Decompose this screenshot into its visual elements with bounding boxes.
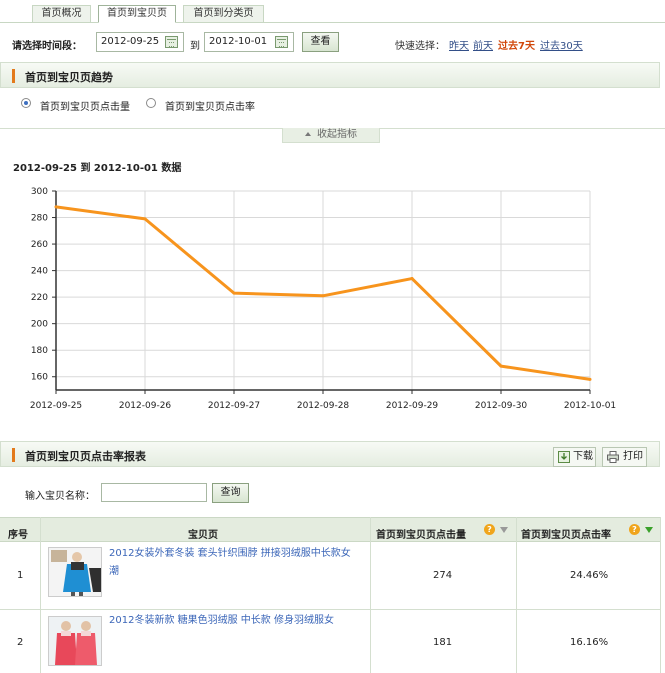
sort-down-active-icon[interactable] — [645, 527, 653, 533]
y-tick-label: 280 — [31, 214, 48, 224]
data-point — [54, 205, 58, 209]
radio-click-count-label[interactable]: 首页到宝贝页点击量 — [40, 98, 130, 113]
item-title-link[interactable]: 2012冬装新款 糖果色羽绒服 中长款 修身羽绒服女 — [109, 612, 359, 630]
y-tick-label: 300 — [31, 187, 48, 197]
item-title-link[interactable]: 2012女装外套冬装 套头针织围脖 拼接羽绒服中长款女 潮 — [109, 545, 359, 581]
item-thumbnail[interactable] — [48, 616, 102, 666]
tab-home-overview[interactable]: 首页概况 — [32, 5, 91, 23]
x-tick-label: 2012-09-25 — [30, 401, 82, 411]
table-col-divider — [370, 517, 371, 673]
item-photo-image — [49, 617, 101, 665]
chart-axes — [52, 190, 591, 394]
trend-section-title: 首页到宝贝页趋势 — [25, 71, 113, 84]
collapse-metrics-toggle[interactable]: 收起指标 — [282, 128, 380, 143]
table-row-divider — [0, 609, 661, 610]
sort-down-icon[interactable] — [500, 527, 508, 533]
report-table-header: 序号 宝贝页 首页到宝贝页点击量 首页到宝贝页点击率 ? ? — [0, 517, 661, 542]
x-tick-label: 2012-09-26 — [119, 401, 172, 411]
trend-line-chart: 160180200220240260280300 2012-09-25 2012-… — [30, 187, 616, 411]
data-point — [232, 291, 236, 295]
item-photo-image — [49, 548, 101, 596]
trend-section-header: 首页到宝贝页趋势 — [0, 62, 660, 88]
radio-click-rate[interactable] — [146, 98, 156, 108]
data-point — [410, 277, 414, 281]
search-button[interactable]: 查询 — [212, 483, 249, 503]
data-point — [321, 294, 325, 298]
download-label: 下载 — [573, 451, 593, 462]
section-accent-bar — [12, 69, 15, 83]
collapse-metrics-label: 收起指标 — [317, 129, 357, 140]
item-name-label: 输入宝贝名称： — [25, 491, 95, 502]
x-gridlines — [144, 191, 591, 390]
data-point — [499, 364, 503, 368]
x-tick-label: 2012-09-27 — [208, 401, 260, 411]
y-tick-label: 180 — [31, 346, 48, 356]
row-rate: 16.16% — [570, 637, 609, 648]
calendar-icon[interactable] — [165, 36, 178, 48]
table-col-divider — [516, 517, 517, 673]
item-name-input[interactable] — [101, 483, 207, 502]
view-button[interactable]: 查看 — [302, 32, 339, 52]
tab-home-to-category[interactable]: 首页到分类页 — [183, 5, 264, 23]
x-tick-label: 2012-09-30 — [475, 401, 528, 411]
download-icon — [558, 451, 570, 463]
x-tick-label: 2012-09-28 — [297, 401, 350, 411]
tab-home-to-item[interactable]: 首页到宝贝页 — [98, 5, 176, 23]
download-button[interactable]: 下载 — [553, 447, 596, 467]
y-tick-label: 240 — [31, 267, 48, 277]
col-clicks-header[interactable]: 首页到宝贝页点击量 — [376, 526, 466, 541]
quick-last-7-days-link[interactable]: 过去7天 — [498, 37, 535, 52]
quick-yesterday-link[interactable]: 昨天 — [449, 37, 469, 52]
col-rate-header[interactable]: 首页到宝贝页点击率 — [521, 526, 611, 541]
radio-click-count[interactable] — [21, 98, 31, 108]
quick-day-before-link[interactable]: 前天 — [473, 37, 493, 52]
row-clicks: 181 — [433, 637, 453, 648]
row-index: 1 — [17, 570, 24, 581]
col-item-header: 宝贝页 — [188, 530, 218, 541]
date-range-bar: 请选择时间段： 2012-09-25 到 2012-10-01 查看 快速选择：… — [0, 30, 665, 56]
x-tick-labels: 2012-09-25 2012-09-26 2012-09-27 2012-09-28… — [30, 401, 616, 411]
col-index-header: 序号 — [8, 530, 28, 541]
y-tick-labels: 160 180 200 220 240 260 280 300 — [31, 187, 48, 383]
top-tabs: 首页概况 首页到宝贝页 首页到分类页 — [0, 0, 665, 28]
y-tick-label: 220 — [31, 293, 48, 303]
item-thumbnail[interactable] — [48, 547, 102, 597]
printer-icon — [607, 451, 619, 463]
help-icon[interactable]: ? — [629, 524, 640, 535]
y-tick-label: 260 — [31, 240, 48, 250]
chevron-up-icon — [305, 132, 311, 136]
print-button[interactable]: 打印 — [602, 447, 647, 467]
row-rate: 24.46% — [570, 570, 609, 581]
table-col-divider — [40, 517, 41, 673]
to-label: 到 — [190, 41, 200, 52]
table-col-divider — [660, 517, 661, 673]
y-tick-label: 200 — [31, 320, 48, 330]
x-tick-label: 2012-10-01 — [564, 401, 616, 411]
row-index: 2 — [17, 637, 24, 648]
quick-select-label: 快速选择： — [395, 41, 445, 52]
row-clicks: 274 — [433, 570, 453, 581]
date-range-label: 请选择时间段： — [12, 41, 82, 52]
radio-click-rate-label[interactable]: 首页到宝贝页点击率 — [165, 98, 255, 113]
help-icon[interactable]: ? — [484, 524, 495, 535]
chart-range-title: 2012-09-25 到 2012-10-01 数据 — [13, 163, 182, 174]
quick-last-30-days-link[interactable]: 过去30天 — [540, 37, 583, 52]
section-accent-bar — [12, 448, 15, 462]
calendar-icon[interactable] — [275, 36, 288, 48]
print-label: 打印 — [623, 451, 643, 462]
data-point — [588, 377, 592, 381]
report-section-title: 首页到宝贝页点击率报表 — [25, 450, 146, 463]
y-tick-label: 160 — [31, 373, 48, 383]
data-point — [143, 217, 147, 221]
x-tick-label: 2012-09-29 — [386, 401, 439, 411]
